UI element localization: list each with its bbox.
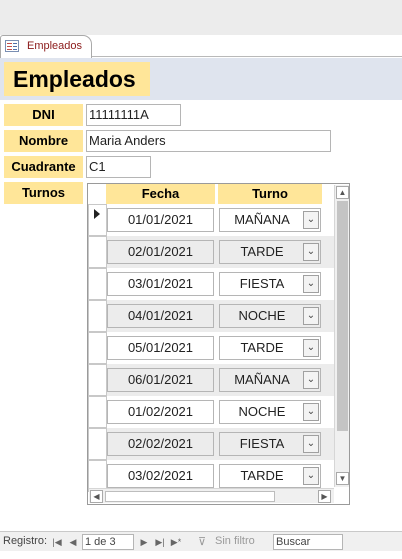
fecha-cell[interactable]: 03/01/2021 <box>107 272 214 296</box>
document-tab-empleados[interactable]: Empleados <box>0 35 92 58</box>
filter-status[interactable]: Sin filtro <box>215 535 255 547</box>
turno-combobox[interactable]: NOCHE ⌄ <box>219 400 321 424</box>
row-cells: 05/01/2021 TARDE ⌄ <box>107 332 335 364</box>
scroll-left-icon[interactable]: ◀ <box>90 490 103 503</box>
last-record-icon[interactable]: ▶| <box>154 532 166 552</box>
fecha-cell[interactable]: 05/01/2021 <box>107 336 214 360</box>
chevron-down-icon[interactable]: ⌄ <box>303 403 319 421</box>
record-selector[interactable] <box>88 364 107 396</box>
table-row: 03/01/2021 FIESTA ⌄ <box>88 268 335 300</box>
record-selector[interactable] <box>88 428 107 460</box>
next-record-icon[interactable]: ▶ <box>138 532 150 552</box>
turno-combobox[interactable]: TARDE ⌄ <box>219 240 321 264</box>
record-selector[interactable] <box>88 204 107 236</box>
table-row: 02/01/2021 TARDE ⌄ <box>88 236 335 268</box>
turno-combobox[interactable]: MAÑANA ⌄ <box>219 208 321 232</box>
chevron-down-icon[interactable]: ⌄ <box>303 275 319 293</box>
scroll-right-icon[interactable]: ▶ <box>318 490 331 503</box>
table-row: 06/01/2021 MAÑANA ⌄ <box>88 364 335 396</box>
row-cells: 04/01/2021 NOCHE ⌄ <box>107 300 335 332</box>
table-row: 04/01/2021 NOCHE ⌄ <box>88 300 335 332</box>
horizontal-scrollbar[interactable]: ◀ ▶ <box>89 488 334 503</box>
dni-label: DNI <box>4 104 83 126</box>
fecha-cell[interactable]: 02/02/2021 <box>107 432 214 456</box>
turno-combobox[interactable]: TARDE ⌄ <box>219 336 321 360</box>
record-selector[interactable] <box>88 236 107 268</box>
turno-combobox[interactable]: NOCHE ⌄ <box>219 304 321 328</box>
column-header-fecha[interactable]: Fecha <box>106 184 215 204</box>
turno-combobox[interactable]: MAÑANA ⌄ <box>219 368 321 392</box>
registro-label: Registro: <box>3 535 48 547</box>
fecha-cell[interactable]: 04/01/2021 <box>107 304 214 328</box>
form-icon <box>5 40 19 52</box>
fecha-cell[interactable]: 03/02/2021 <box>107 464 214 488</box>
chevron-down-icon[interactable]: ⌄ <box>303 467 319 485</box>
scroll-down-icon[interactable]: ▼ <box>336 472 349 485</box>
row-cells: 06/01/2021 MAÑANA ⌄ <box>107 364 335 396</box>
chevron-down-icon[interactable]: ⌄ <box>303 339 319 357</box>
scroll-up-icon[interactable]: ▲ <box>336 186 349 199</box>
row-cells: 01/01/2021 MAÑANA ⌄ <box>107 204 335 236</box>
subform-rows: 01/01/2021 MAÑANA ⌄ 02/01/2021 TARDE ⌄ 03/01/2… <box>88 204 335 494</box>
chevron-down-icon[interactable]: ⌄ <box>303 307 319 325</box>
new-record-icon[interactable]: ▶* <box>170 532 182 552</box>
table-row: 01/02/2021 NOCHE ⌄ <box>88 396 335 428</box>
filter-funnel-icon: ⊽ <box>198 536 207 548</box>
turno-value: FIESTA <box>239 436 285 451</box>
chevron-down-icon[interactable]: ⌄ <box>303 243 319 261</box>
current-record-icon <box>94 209 100 219</box>
chevron-down-icon[interactable]: ⌄ <box>303 211 319 229</box>
turno-value: MAÑANA <box>234 212 290 227</box>
chevron-down-icon[interactable]: ⌄ <box>303 371 319 389</box>
turno-value: NOCHE <box>238 308 286 323</box>
table-row: 02/02/2021 FIESTA ⌄ <box>88 428 335 460</box>
dni-field[interactable]: 11111111A <box>86 104 181 126</box>
record-position-field[interactable]: 1 de 3 <box>82 534 134 550</box>
previous-record-icon[interactable]: ◀ <box>67 532 79 552</box>
vertical-scrollbar[interactable]: ▲ ▼ <box>334 185 349 487</box>
turnos-label: Turnos <box>4 182 83 204</box>
row-cells: 01/02/2021 NOCHE ⌄ <box>107 396 335 428</box>
row-cells: 02/01/2021 TARDE ⌄ <box>107 236 335 268</box>
row-cells: 03/01/2021 FIESTA ⌄ <box>107 268 335 300</box>
turnos-subform: Fecha Turno 01/01/2021 MAÑANA ⌄ 02/01/2021 T… <box>87 183 350 505</box>
form-title: Empleados <box>4 62 150 96</box>
row-cells: 02/02/2021 FIESTA ⌄ <box>107 428 335 460</box>
turno-value: FIESTA <box>239 276 285 291</box>
fecha-cell[interactable]: 02/01/2021 <box>107 240 214 264</box>
vertical-scroll-thumb[interactable] <box>337 201 348 431</box>
fecha-cell[interactable]: 01/02/2021 <box>107 400 214 424</box>
turno-combobox[interactable]: TARDE ⌄ <box>219 464 321 488</box>
turno-combobox[interactable]: FIESTA ⌄ <box>219 432 321 456</box>
turno-value: NOCHE <box>238 404 286 419</box>
record-selector[interactable] <box>88 332 107 364</box>
horizontal-scroll-thumb[interactable] <box>105 491 275 502</box>
turno-value: TARDE <box>240 340 284 355</box>
record-selector[interactable] <box>88 300 107 332</box>
fecha-cell[interactable]: 06/01/2021 <box>107 368 214 392</box>
nombre-label: Nombre <box>4 130 83 152</box>
chevron-down-icon[interactable]: ⌄ <box>303 435 319 453</box>
cuadrante-field[interactable]: C1 <box>86 156 151 178</box>
record-selector[interactable] <box>88 268 107 300</box>
turno-combobox[interactable]: FIESTA ⌄ <box>219 272 321 296</box>
column-header-turno[interactable]: Turno <box>218 184 322 204</box>
turno-value: MAÑANA <box>234 372 290 387</box>
search-input[interactable]: Buscar <box>273 534 343 550</box>
table-row: 05/01/2021 TARDE ⌄ <box>88 332 335 364</box>
turno-value: TARDE <box>240 244 284 259</box>
nombre-field[interactable]: Maria Anders <box>86 130 331 152</box>
record-selector[interactable] <box>88 396 107 428</box>
table-row: 01/01/2021 MAÑANA ⌄ <box>88 204 335 236</box>
turno-value: TARDE <box>240 468 284 483</box>
cuadrante-label: Cuadrante <box>4 156 83 178</box>
first-record-icon[interactable]: |◀ <box>51 532 63 552</box>
ribbon-area <box>0 0 402 35</box>
record-navigation-bar: Registro: |◀ ◀ 1 de 3 ▶ ▶| ▶* ⊽ Sin filt… <box>0 531 402 551</box>
fecha-cell[interactable]: 01/01/2021 <box>107 208 214 232</box>
tab-label: Empleados <box>27 40 83 52</box>
